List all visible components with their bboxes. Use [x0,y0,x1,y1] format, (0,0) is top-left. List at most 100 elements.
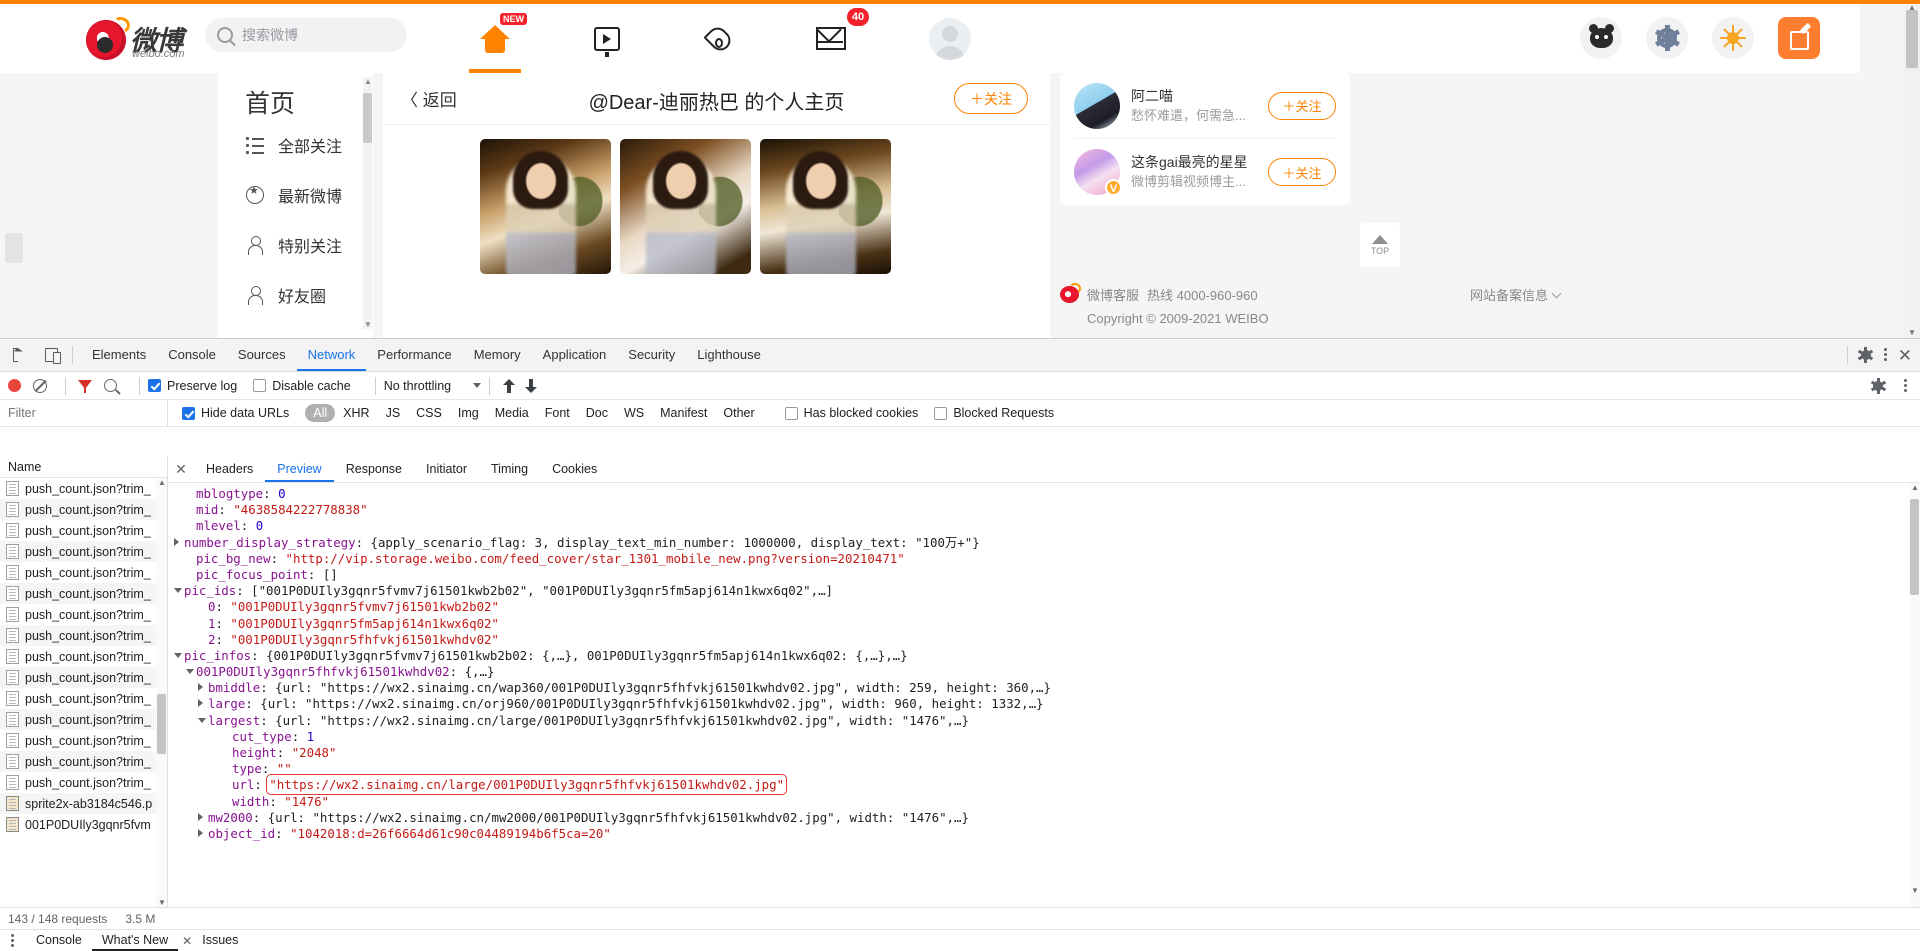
drawer-more-button[interactable] [0,933,26,949]
json-line[interactable]: 0: "001P0DUIly3gqnr5fvmv7j61501kwb2b02" [168,599,1920,615]
json-line[interactable]: width: "1476" [168,794,1920,810]
close-icon[interactable]: ✕ [1898,347,1912,364]
request-list[interactable]: push_count.json?trim_ push_count.json?tri… [0,478,167,907]
follow-button[interactable]: ＋关注 [1268,158,1336,186]
json-line[interactable]: mid: "4638584222778838" [168,502,1920,518]
sidebar-item-latest[interactable]: 最新微博 [218,170,373,220]
json-line[interactable]: object_id: "1042018:d=26f6664d61c90c0448… [168,826,1920,842]
json-line[interactable]: pic_focus_point: [] [168,567,1920,583]
avatar[interactable] [1074,82,1120,129]
filter-type-xhr[interactable]: XHR [335,404,377,422]
filter-type-css[interactable]: CSS [408,404,450,422]
sidebar-item-all-follow[interactable]: 全部关注 [218,120,373,170]
expand-triangle-closed-icon[interactable] [198,812,203,821]
sidebar-item-friends[interactable]: 好友圈 [218,270,373,320]
json-line[interactable]: bmiddle: {url: "https://wx2.sinaimg.cn/w… [168,680,1920,696]
sidebar-scrollbar[interactable]: ▲ ▼ [363,77,372,329]
json-line[interactable]: type: "" [168,761,1920,777]
close-icon[interactable]: ✕ [182,934,192,948]
close-icon[interactable]: ✕ [168,461,194,478]
tab-initiator[interactable]: Initiator [414,456,479,482]
scroll-thumb[interactable] [1906,10,1918,68]
json-line[interactable]: 1: "001P0DUIly3gqnr5fm5apj614n1kwx6q02" [168,616,1920,632]
table-row[interactable]: push_count.json?trim_ [0,772,167,793]
expand-triangle-open-icon[interactable] [198,717,206,723]
table-row[interactable]: push_count.json?trim_ [0,562,167,583]
has-blocked-cookies-checkbox[interactable]: Has blocked cookies [784,406,918,420]
tab-sources[interactable]: Sources [227,339,297,371]
avatar[interactable]: V [1074,149,1122,196]
filter-type-img[interactable]: Img [450,404,487,422]
table-row[interactable]: push_count.json?trim_ [0,625,167,646]
table-row[interactable]: sprite2x-ab3184c546.p [0,793,167,814]
list-item[interactable]: 阿二喵 愁怀难遣，何需急... ＋关注 [1074,73,1336,139]
tab-headers[interactable]: Headers [194,456,265,482]
scroll-up-icon[interactable]: ▲ [158,478,166,487]
filter-type-manifest[interactable]: Manifest [652,404,715,422]
tab-preview[interactable]: Preview [265,456,333,482]
table-row[interactable]: push_count.json?trim_ [0,499,167,520]
device-toolbar-button[interactable] [38,342,64,368]
scroll-down-icon[interactable]: ▼ [1911,886,1919,895]
table-row[interactable]: push_count.json?trim_ [0,583,167,604]
request-list-scrollbar[interactable]: ▲ ▼ [156,478,167,907]
photo-thumbnail[interactable] [760,139,891,274]
table-row[interactable]: push_count.json?trim_ [0,520,167,541]
scroll-thumb[interactable] [1910,499,1919,595]
tab-elements[interactable]: Elements [81,339,157,371]
scroll-down-icon[interactable]: ▼ [158,898,166,907]
json-line[interactable]: pic_infos: {001P0DUIly3gqnr5fvmv7j61501k… [168,648,1920,664]
devtools-more-button[interactable] [1883,347,1888,363]
drawer-tab-whats-new[interactable]: What's New [92,930,178,951]
export-har-button[interactable] [520,378,542,393]
table-row[interactable]: push_count.json?trim_ [0,709,167,730]
list-item[interactable]: V 这条gai最亮的星星 微博剪辑视频博主... ＋关注 [1074,139,1336,205]
left-collapse-handle[interactable] [5,233,23,263]
nav-home[interactable]: NEW [455,4,535,73]
filter-input[interactable] [0,400,168,426]
tab-lighthouse[interactable]: Lighthouse [686,339,772,371]
scroll-down-icon[interactable]: ▼ [1908,328,1916,337]
json-line[interactable]: height: "2048" [168,745,1920,761]
json-line[interactable]: mblogtype: 0 [168,486,1920,502]
json-line[interactable]: 001P0DUIly3gqnr5fhfvkj61501kwhdv02: {,…} [168,664,1920,680]
drawer-tab-issues[interactable]: Issues [192,930,248,951]
tab-network[interactable]: Network [297,339,367,371]
back-to-top-button[interactable]: TOP [1360,223,1400,267]
filter-type-all[interactable]: All [305,404,336,422]
panda-button[interactable] [1580,17,1622,59]
json-line[interactable]: mw2000: {url: "https://wx2.sinaimg.cn/mw… [168,810,1920,826]
json-line[interactable]: number_display_strategy: {apply_scenario… [168,535,1920,551]
tab-security[interactable]: Security [617,339,686,371]
expand-triangle-closed-icon[interactable] [174,537,179,546]
table-row[interactable]: 001P0DUIly3gqnr5fvm [0,814,167,835]
page-scrollbar[interactable]: ▲ ▼ [1904,3,1920,338]
json-line[interactable]: mlevel: 0 [168,518,1920,534]
nav-avatar[interactable] [910,4,990,73]
photo-thumbnail[interactable] [620,139,751,274]
disable-cache-checkbox[interactable]: Disable cache [253,379,351,393]
table-row[interactable]: push_count.json?trim_ [0,646,167,667]
scroll-thumb[interactable] [363,93,372,143]
table-row[interactable]: push_count.json?trim_ [0,541,167,562]
search-icon[interactable] [104,379,117,392]
scroll-up-icon[interactable]: ▲ [1911,483,1919,492]
expand-triangle-open-icon[interactable] [186,669,194,675]
request-column-header[interactable]: Name [0,456,167,478]
inspect-element-button[interactable] [6,342,32,368]
tab-performance[interactable]: Performance [366,339,462,371]
follow-button[interactable]: ＋关注 [1268,91,1336,120]
table-row[interactable]: push_count.json?trim_ [0,478,167,499]
tab-response[interactable]: Response [334,456,414,482]
table-row[interactable]: push_count.json?trim_ [0,730,167,751]
filter-type-media[interactable]: Media [487,404,537,422]
blocked-requests-checkbox[interactable]: Blocked Requests [934,406,1054,420]
hide-data-urls-checkbox[interactable]: Hide data URLs [182,406,289,420]
network-settings-button[interactable] [1870,377,1886,394]
theme-button[interactable] [1712,17,1754,59]
follow-button[interactable]: ＋关注 [954,83,1028,114]
tab-console[interactable]: Console [157,339,227,371]
filter-type-js[interactable]: JS [378,404,409,422]
expand-triangle-closed-icon[interactable] [198,699,203,708]
search-input[interactable]: 搜索微博 [205,18,407,52]
